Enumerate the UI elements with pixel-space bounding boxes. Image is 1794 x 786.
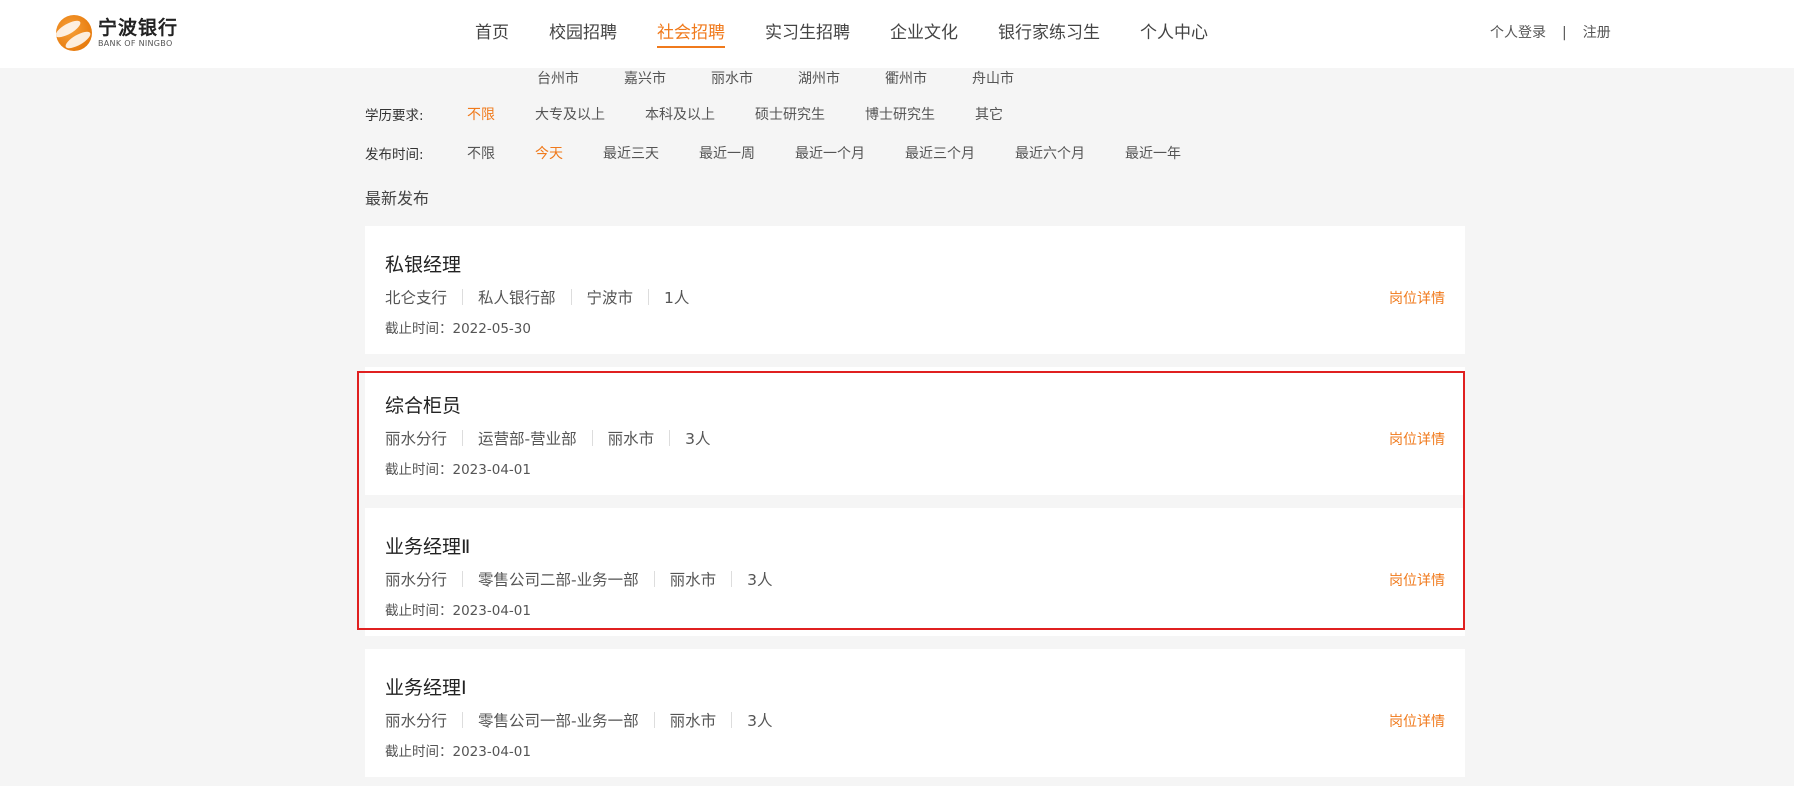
auth-links: 个人登录 | 注册 — [1490, 0, 1611, 68]
job-title: 业务经理Ⅰ — [385, 677, 467, 699]
job-deadline: 截止时间：2022-05-30 — [385, 321, 531, 337]
job-deadline: 截止时间：2023-04-01 — [385, 462, 531, 478]
meta-divider — [653, 571, 655, 587]
job-title: 私银经理 — [385, 254, 462, 276]
publish-time-option[interactable]: 最近六个月 — [1015, 143, 1085, 163]
job-branch: 北仑支行 — [385, 289, 448, 307]
nav-intern-recruitment[interactable]: 实习生招聘 — [765, 0, 850, 68]
job-meta: 丽水分行 零售公司二部-业务一部 丽水市 3人 — [385, 568, 773, 590]
job-branch: 丽水分行 — [385, 571, 448, 589]
job-card[interactable]: 业务经理Ⅱ 丽水分行 零售公司二部-业务一部 丽水市 3人 截止时间：2023-… — [365, 508, 1465, 636]
education-option[interactable]: 不限 — [467, 104, 495, 124]
nav-personal-center[interactable]: 个人中心 — [1140, 0, 1208, 68]
publish-time-option[interactable]: 最近三天 — [603, 143, 659, 163]
register-link[interactable]: 注册 — [1583, 0, 1611, 68]
publish-time-option[interactable]: 不限 — [467, 143, 495, 163]
job-headcount: 1人 — [664, 289, 690, 307]
education-filter-label: 学历要求: — [365, 108, 424, 124]
job-meta: 北仑支行 私人银行部 宁波市 1人 — [385, 286, 689, 308]
job-detail-link[interactable]: 岗位详情 — [1389, 288, 1445, 308]
job-detail-link[interactable]: 岗位详情 — [1389, 570, 1445, 590]
job-city: 丽水市 — [607, 430, 655, 448]
city-option[interactable]: 台州市 — [537, 68, 579, 87]
job-card[interactable]: 业务经理Ⅰ 丽水分行 零售公司一部-业务一部 丽水市 3人 截止时间：2023-… — [365, 649, 1465, 777]
city-option[interactable]: 舟山市 — [972, 68, 1014, 87]
job-department: 私人银行部 — [478, 289, 556, 307]
auth-separator: | — [1562, 25, 1567, 41]
publish-time-filter-label: 发布时间: — [365, 147, 424, 163]
job-title: 综合柜员 — [385, 395, 462, 417]
meta-divider — [731, 712, 733, 728]
job-meta: 丽水分行 零售公司一部-业务一部 丽水市 3人 — [385, 709, 773, 731]
nav-home[interactable]: 首页 — [475, 0, 509, 68]
job-branch: 丽水分行 — [385, 712, 448, 730]
job-department: 零售公司一部-业务一部 — [478, 712, 639, 730]
job-card[interactable]: 综合柜员 丽水分行 运营部-营业部 丽水市 3人 截止时间：2023-04-01… — [365, 367, 1465, 495]
education-option[interactable]: 其它 — [975, 104, 1003, 124]
nav-social-recruitment[interactable]: 社会招聘 — [657, 0, 725, 68]
bank-logo-icon — [56, 15, 92, 51]
nav-banker-trainee[interactable]: 银行家练习生 — [998, 0, 1100, 68]
meta-divider — [570, 289, 572, 305]
meta-divider — [669, 430, 671, 446]
job-card[interactable]: 私银经理 北仑支行 私人银行部 宁波市 1人 截止时间：2022-05-30 岗… — [365, 226, 1465, 354]
education-option[interactable]: 硕士研究生 — [755, 104, 825, 124]
job-department: 零售公司二部-业务一部 — [478, 571, 639, 589]
logo-name-cn: 宁波银行 — [98, 16, 179, 39]
meta-divider — [462, 289, 464, 305]
meta-divider — [462, 571, 464, 587]
job-headcount: 3人 — [747, 712, 773, 730]
city-option[interactable]: 嘉兴市 — [624, 68, 666, 87]
job-detail-link[interactable]: 岗位详情 — [1389, 429, 1445, 449]
nav-campus-recruitment[interactable]: 校园招聘 — [549, 0, 617, 68]
nav-corporate-culture[interactable]: 企业文化 — [890, 0, 958, 68]
logo-name-en: BANK OF NINGBO — [98, 38, 173, 48]
job-detail-link[interactable]: 岗位详情 — [1389, 711, 1445, 731]
publish-time-option[interactable]: 最近一周 — [699, 143, 755, 163]
publish-time-option[interactable]: 最近三个月 — [905, 143, 975, 163]
education-option[interactable]: 本科及以上 — [645, 104, 715, 124]
education-filter-row: 学历要求: 不限 大专及以上 本科及以上 硕士研究生 博士研究生 其它 — [365, 94, 1043, 134]
publish-time-option[interactable]: 今天 — [535, 143, 563, 163]
publish-time-option[interactable]: 最近一个月 — [795, 143, 865, 163]
main-nav: 首页 校园招聘 社会招聘 实习生招聘 企业文化 银行家练习生 个人中心 — [475, 0, 1248, 68]
job-headcount: 3人 — [747, 571, 773, 589]
job-city: 丽水市 — [669, 571, 717, 589]
education-option[interactable]: 大专及以上 — [535, 104, 605, 124]
job-title: 业务经理Ⅱ — [385, 536, 471, 558]
meta-divider — [591, 430, 593, 446]
job-city: 宁波市 — [586, 289, 634, 307]
latest-section-title: 最新发布 — [365, 189, 430, 208]
publish-time-option[interactable]: 最近一年 — [1125, 143, 1181, 163]
meta-divider — [653, 712, 655, 728]
city-option[interactable]: 湖州市 — [798, 68, 840, 87]
meta-divider — [648, 289, 650, 305]
city-option[interactable]: 丽水市 — [711, 68, 753, 87]
education-option[interactable]: 博士研究生 — [865, 104, 935, 124]
top-header: 宁波银行 BANK OF NINGBO 首页 校园招聘 社会招聘 实习生招聘 企… — [0, 0, 1794, 68]
job-department: 运营部-营业部 — [478, 430, 577, 448]
job-deadline: 截止时间：2023-04-01 — [385, 603, 531, 619]
job-deadline: 截止时间：2023-04-01 — [385, 744, 531, 760]
job-city: 丽水市 — [669, 712, 717, 730]
meta-divider — [731, 571, 733, 587]
meta-divider — [462, 430, 464, 446]
publish-time-filter-row: 发布时间: 不限 今天 最近三天 最近一周 最近一个月 最近三个月 最近六个月 … — [365, 133, 1221, 173]
city-option[interactable]: 衢州市 — [885, 68, 927, 87]
job-headcount: 3人 — [685, 430, 711, 448]
login-link[interactable]: 个人登录 — [1490, 0, 1546, 68]
job-meta: 丽水分行 运营部-营业部 丽水市 3人 — [385, 427, 711, 449]
meta-divider — [462, 712, 464, 728]
city-filter-row: 台州市 嘉兴市 丽水市 湖州市 衢州市 舟山市 — [537, 68, 1059, 87]
job-branch: 丽水分行 — [385, 430, 448, 448]
bank-logo[interactable]: 宁波银行 BANK OF NINGBO — [56, 14, 178, 52]
